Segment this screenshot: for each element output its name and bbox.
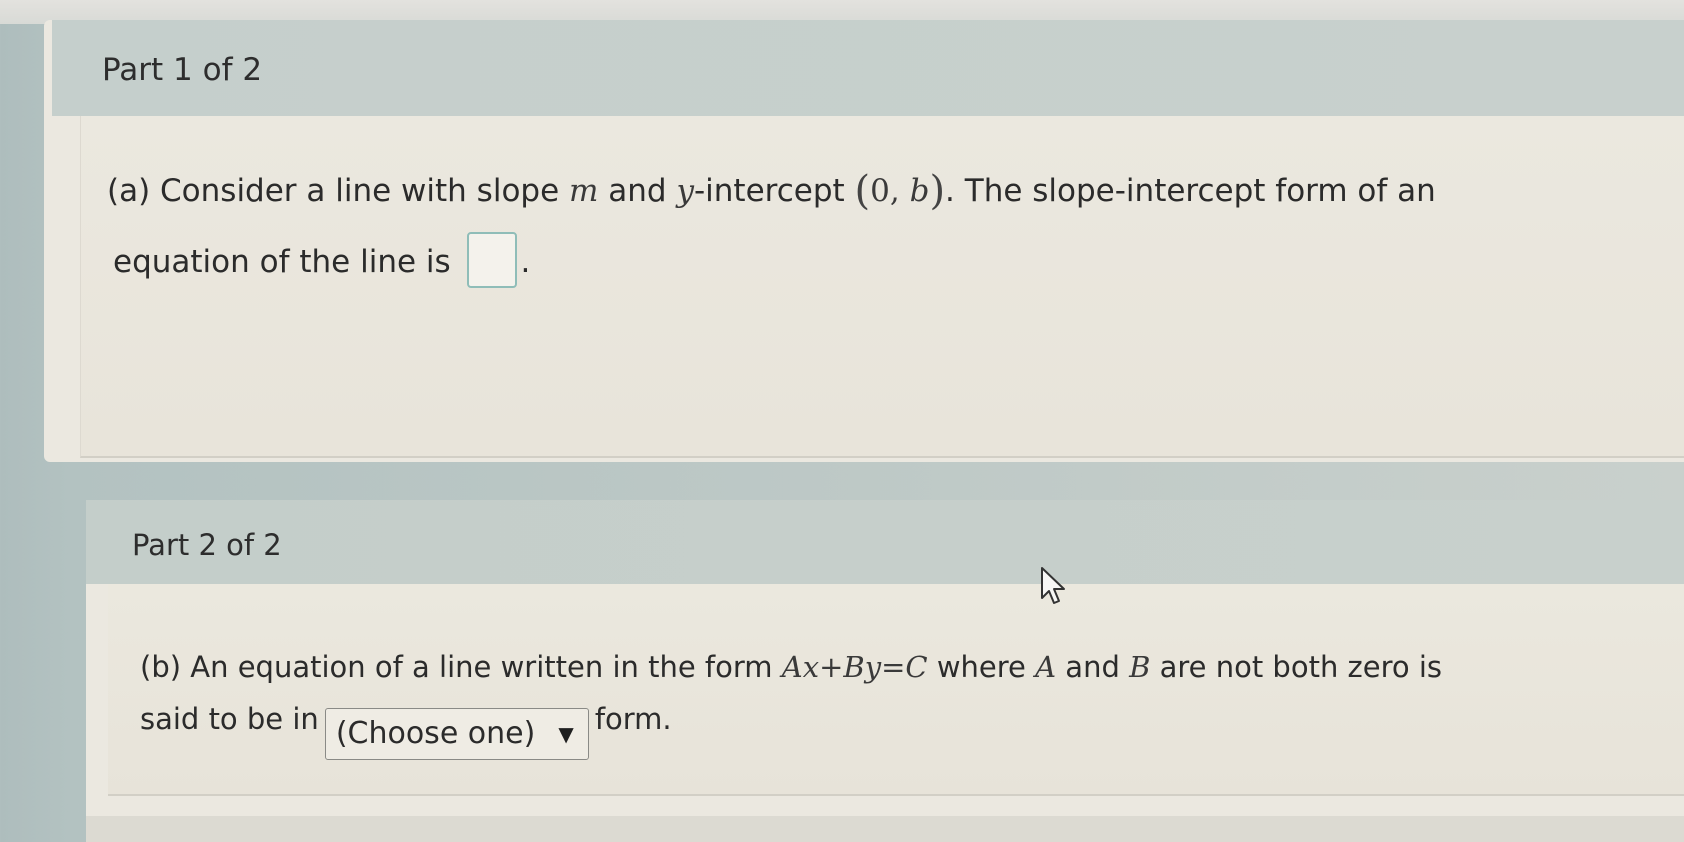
question-a-intercept: -intercept [693, 173, 855, 209]
select-value: (Choose one) [335, 716, 536, 751]
part-1-title: Part 1 of 2 [102, 52, 263, 88]
part-2-header: Part 2 of 2 [86, 500, 1684, 584]
question-a-and: and [598, 173, 677, 209]
eq-plus: + [819, 650, 844, 684]
question-a-line-2: equation of the line is . [113, 232, 530, 288]
part-2-title: Part 2 of 2 [132, 528, 282, 562]
eq-equals: = [881, 650, 906, 684]
eq-A: A [781, 650, 803, 684]
question-b-prefix: (b) An equation of a line written in the… [140, 650, 782, 684]
eq-B: B [843, 650, 865, 684]
question-b-line-2-prefix: said to be in [140, 702, 319, 736]
var-A: A [1035, 650, 1057, 684]
question-a-line-1: (a) Consider a line with slope m and y-i… [107, 168, 1436, 214]
answer-input-box[interactable] [466, 232, 517, 288]
point-zero: 0, [870, 173, 910, 209]
part-2-panel: Part 2 of 2 (b) An equation of a line wr… [86, 500, 1684, 830]
caret-down-icon: ▼ [558, 721, 574, 746]
question-a-period: . [520, 244, 531, 280]
form-type-select[interactable]: (Choose one) ▼ [324, 707, 589, 760]
question-b-line-2: said to be in (Choose one) ▼ form. [140, 702, 672, 760]
var-m: m [569, 173, 599, 209]
question-a-line-2-text: equation of the line is [113, 244, 451, 280]
question-a-suffix: . The slope-intercept form of an [945, 173, 1436, 209]
mouse-pointer-icon [1041, 567, 1065, 604]
question-b-line-2-suffix: form. [594, 702, 672, 736]
part-2-body: (b) An equation of a line written in the… [108, 584, 1684, 796]
question-b-line-1: (b) An equation of a line written in the… [140, 650, 1442, 684]
eq-C: C [905, 650, 928, 684]
eq-y: y [864, 650, 882, 684]
part-1-panel: Part 1 of 2 (a) Consider a line with slo… [44, 20, 1684, 462]
var-b: b [909, 173, 930, 209]
question-b-and: and [1056, 650, 1130, 684]
point-open-paren: ( [854, 168, 871, 214]
point-close-paren: ) [929, 168, 946, 214]
part-1-header: Part 1 of 2 [52, 20, 1684, 116]
bottom-band [86, 816, 1684, 842]
part-1-body: (a) Consider a line with slope m and y-i… [80, 116, 1684, 458]
var-B: B [1129, 650, 1151, 684]
var-y: y [676, 173, 694, 209]
question-a-prefix: (a) Consider a line with slope [107, 173, 570, 209]
question-b-where: where [927, 650, 1036, 684]
question-b-suffix: are not both zero is [1150, 650, 1443, 684]
eq-x: x [802, 650, 820, 684]
